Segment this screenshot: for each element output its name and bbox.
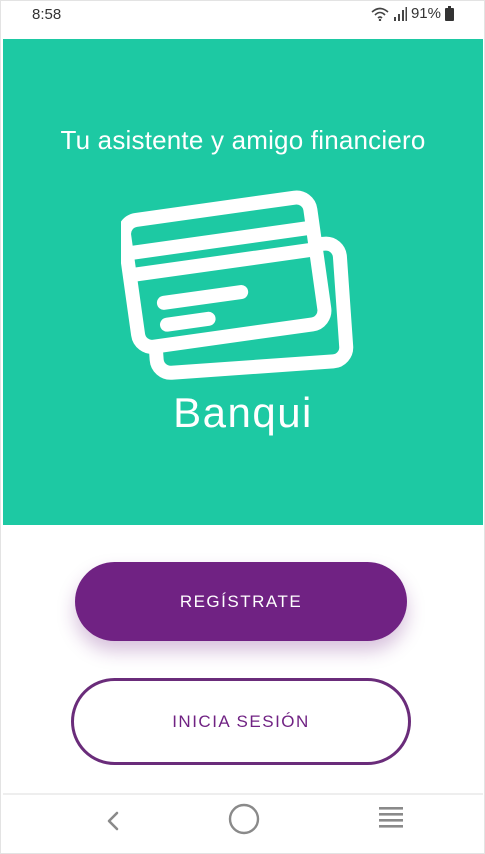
home-icon[interactable] (228, 803, 260, 835)
wifi-icon (371, 7, 389, 21)
login-button[interactable]: INICIA SESIÓN (71, 678, 411, 765)
battery-icon (445, 6, 454, 21)
hero-banner: Tu asistente y amigo financiero Banqui (3, 39, 483, 525)
register-button[interactable]: REGÍSTRATE (75, 562, 407, 641)
tagline: Tu asistente y amigo financiero (60, 125, 426, 155)
battery-level: 91% (410, 5, 441, 22)
credit-cards-icon (117, 189, 361, 394)
signal-icon (393, 6, 407, 21)
recents-icon[interactable] (378, 805, 404, 829)
status-time: 8:58 (32, 6, 62, 23)
status-icons: 91% (371, 5, 454, 22)
nav-divider (3, 793, 483, 795)
status-bar: 8:58 91% (1, 1, 484, 29)
system-nav-bar (3, 797, 483, 853)
back-icon[interactable] (103, 809, 123, 833)
app-screen: 8:58 91% Tu asistente y amigo financiero… (0, 0, 485, 854)
app-name: Banqui (173, 389, 313, 436)
